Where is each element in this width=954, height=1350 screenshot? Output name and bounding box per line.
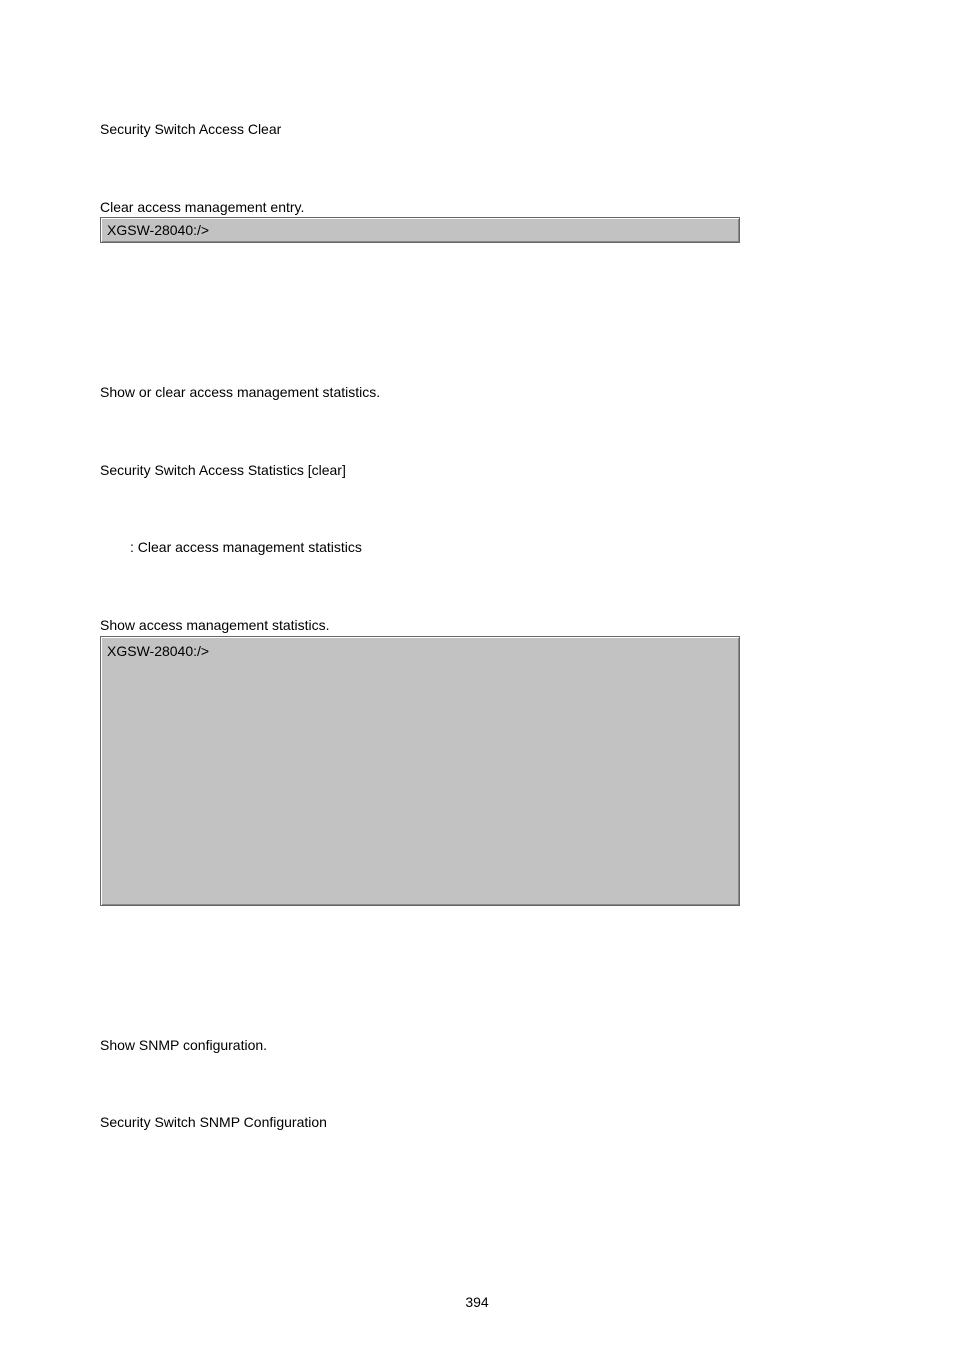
- param-line-2: : Clear access management statistics: [100, 538, 854, 558]
- document-page: Security Switch Access Clear Clear acces…: [0, 0, 954, 1350]
- default-line-2: Show access management statistics.: [100, 616, 854, 636]
- page-number: 394: [0, 1294, 954, 1310]
- syntax-line-2: Security Switch Access Statistics [clear…: [100, 461, 854, 481]
- desc-line-3: Show SNMP configuration.: [100, 1036, 854, 1056]
- syntax-line-1: Security Switch Access Clear: [100, 120, 854, 140]
- code-box-2: XGSW-28040:/>: [100, 636, 740, 906]
- code-box-1: XGSW-28040:/>: [100, 217, 740, 243]
- default-line-1: Clear access management entry.: [100, 198, 854, 218]
- desc-line-2: Show or clear access management statisti…: [100, 383, 854, 403]
- syntax-line-3: Security Switch SNMP Configuration: [100, 1113, 854, 1133]
- prompt-text-2: XGSW-28040:/>: [107, 643, 209, 659]
- prompt-text-1: XGSW-28040:/>: [107, 222, 209, 238]
